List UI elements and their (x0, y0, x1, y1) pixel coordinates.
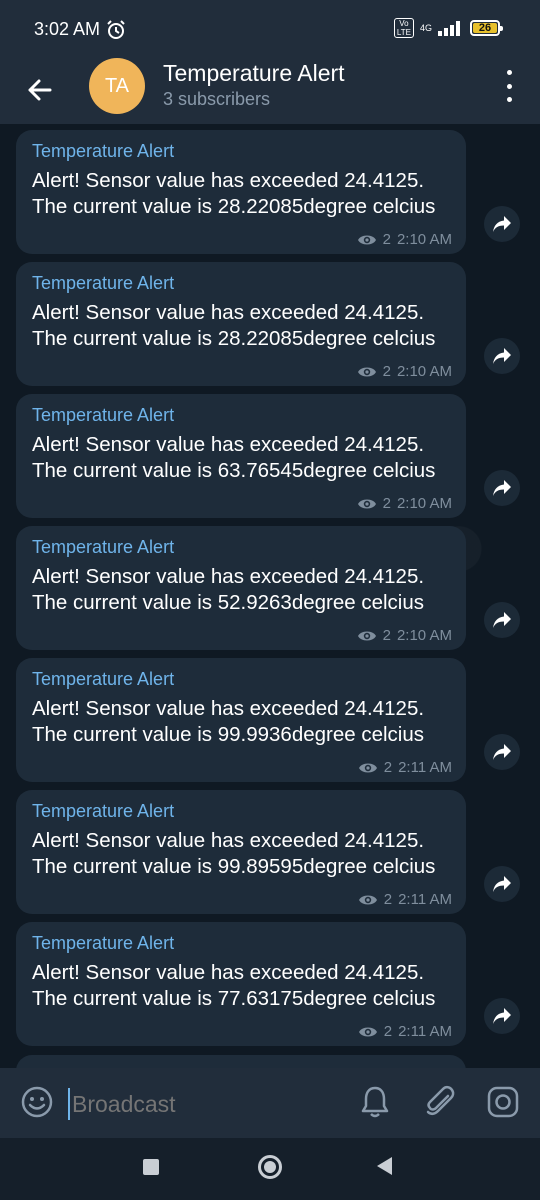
system-nav-bar (0, 1138, 540, 1200)
back-icon[interactable] (377, 1157, 392, 1175)
share-button[interactable] (484, 602, 520, 638)
views-icon (358, 763, 377, 772)
message-text: Alert! Sensor value has exceeded 24.4125… (32, 169, 436, 218)
message-time: 2:11 AM (398, 1023, 452, 1040)
chat-header: TA Temperature Alert 3 subscribers (0, 58, 540, 124)
message-sender: Temperature Alert (32, 273, 175, 293)
message-sender: Temperature Alert (32, 537, 175, 557)
battery-icon: 26 (470, 20, 503, 36)
view-count: 2 (382, 363, 391, 380)
share-icon (493, 348, 511, 364)
status-icons: Vo LTE 4G 26 (393, 18, 503, 38)
message-item[interactable]: Temperature Alert Alert! Sensor value ha… (16, 526, 466, 650)
message-bubble[interactable]: Temperature Alert Alert! Sensor value ha… (16, 394, 466, 518)
message-meta: 2 2:11 AM (358, 759, 452, 776)
message-bubble-partial[interactable] (16, 1055, 466, 1068)
share-button[interactable] (484, 206, 520, 242)
share-button[interactable] (484, 734, 520, 770)
share-button[interactable] (484, 470, 520, 506)
view-count: 2 (382, 627, 391, 644)
message-bubble[interactable]: Temperature Alert Alert! Sensor value ha… (16, 922, 466, 1046)
message-item[interactable]: Temperature Alert Alert! Sensor value ha… (16, 658, 466, 782)
message-text: Alert! Sensor value has exceeded 24.4125… (32, 565, 425, 614)
share-icon (493, 1008, 511, 1024)
status-time: 3:02 AM (34, 19, 126, 40)
views-icon (357, 235, 376, 244)
view-count: 2 (383, 759, 393, 776)
views-icon (358, 895, 377, 904)
views-icon (357, 367, 376, 376)
share-icon (493, 744, 511, 760)
message-time: 2:10 AM (396, 231, 452, 248)
message-meta: 2 2:11 AM (358, 891, 452, 908)
views-icon (358, 1027, 377, 1036)
status-bar: 3:02 AM Vo LTE 4G 26 (0, 0, 540, 58)
view-count: 2 (383, 1023, 393, 1040)
message-time: 2:10 AM (396, 627, 452, 644)
avatar-initials: TA (104, 74, 130, 97)
broadcast-input[interactable] (68, 1088, 344, 1120)
message-item[interactable]: Temperature Alert Alert! Sensor value ha… (16, 262, 466, 386)
message-bubble[interactable]: Temperature Alert Alert! Sensor value ha… (16, 526, 466, 650)
view-count: 2 (383, 891, 393, 908)
share-button[interactable] (484, 338, 520, 374)
alarm-icon (107, 19, 125, 39)
share-icon (493, 480, 511, 496)
avatar[interactable]: TA (89, 58, 145, 114)
message-time: 2:11 AM (398, 891, 452, 908)
message-item[interactable]: Temperature Alert Alert! Sensor value ha… (16, 790, 466, 914)
message-time: 2:10 AM (396, 495, 452, 512)
back-arrow-icon[interactable] (22, 72, 58, 108)
message-sender: Temperature Alert (32, 669, 175, 689)
message-text: Alert! Sensor value has exceeded 24.4125… (32, 829, 436, 878)
message-text: Alert! Sensor value has exceeded 24.4125… (32, 433, 436, 482)
views-icon (357, 631, 376, 640)
message-list[interactable]: Temperature Alert Alert! Sensor value ha… (0, 124, 540, 1068)
share-icon (493, 612, 511, 628)
message-bubble[interactable]: Temperature Alert Alert! Sensor value ha… (16, 262, 466, 386)
message-meta: 2 2:10 AM (357, 231, 452, 248)
input-bar (0, 1068, 540, 1138)
message-meta: 2 2:11 AM (358, 1023, 452, 1040)
camera-icon[interactable] (486, 1085, 520, 1119)
view-count: 2 (382, 495, 391, 512)
message-bubble[interactable]: Temperature Alert Alert! Sensor value ha… (16, 790, 466, 914)
message-item[interactable]: Temperature Alert Alert! Sensor value ha… (16, 922, 466, 1046)
message-sender: Temperature Alert (32, 405, 175, 425)
network-type: 4G (419, 23, 432, 33)
status-time-text: 3:02 AM (34, 19, 101, 39)
message-bubble[interactable]: Temperature Alert Alert! Sensor value ha… (16, 130, 466, 254)
emoji-icon[interactable] (20, 1085, 54, 1119)
message-item[interactable]: Temperature Alert Alert! Sensor value ha… (16, 394, 466, 518)
signal-icon (438, 21, 460, 36)
message-text: Alert! Sensor value has exceeded 24.4125… (32, 697, 425, 746)
home-icon[interactable] (258, 1155, 282, 1179)
view-count: 2 (382, 231, 391, 248)
message-item[interactable]: Temperature Alert Alert! Sensor value ha… (16, 130, 466, 254)
share-icon (493, 216, 511, 232)
message-bubble[interactable]: Temperature Alert Alert! Sensor value ha… (16, 658, 466, 782)
message-time: 2:11 AM (398, 759, 452, 776)
bell-icon[interactable] (358, 1084, 392, 1120)
views-icon (357, 499, 376, 508)
channel-title[interactable]: Temperature Alert (163, 60, 345, 87)
volte-icon: Vo LTE (393, 18, 414, 38)
message-meta: 2 2:10 AM (357, 363, 452, 380)
more-vert-icon[interactable] (500, 70, 518, 102)
share-button[interactable] (484, 998, 520, 1034)
message-sender: Temperature Alert (32, 141, 175, 161)
message-text: Alert! Sensor value has exceeded 24.4125… (32, 961, 436, 1010)
message-sender: Temperature Alert (32, 801, 175, 821)
message-time: 2:10 AM (396, 363, 452, 380)
recents-icon[interactable] (143, 1159, 159, 1175)
message-meta: 2 2:10 AM (357, 495, 452, 512)
share-button[interactable] (484, 866, 520, 902)
message-text: Alert! Sensor value has exceeded 24.4125… (32, 301, 436, 350)
battery-level: 26 (478, 22, 492, 34)
attach-icon[interactable] (422, 1084, 458, 1120)
subscriber-count: 3 subscribers (163, 89, 271, 109)
share-icon (493, 876, 511, 892)
message-meta: 2 2:10 AM (357, 627, 452, 644)
message-sender: Temperature Alert (32, 933, 175, 953)
